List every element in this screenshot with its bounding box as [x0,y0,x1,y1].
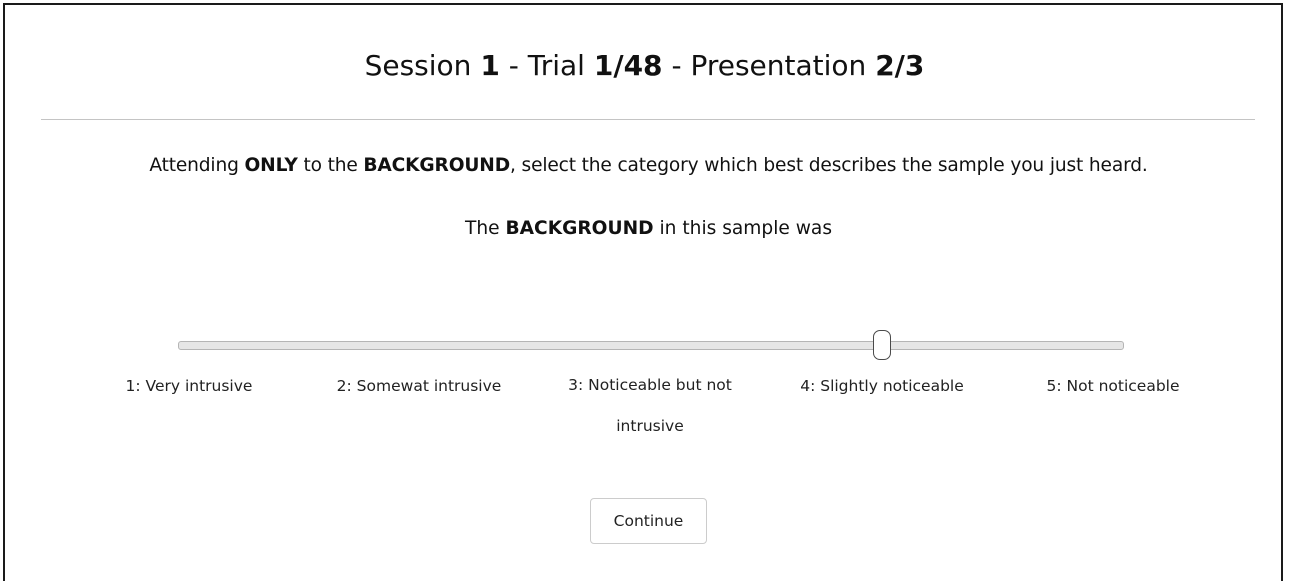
rating-slider-thumb[interactable] [873,330,891,360]
trial-number: 1/48 [593,49,663,82]
instruction-part-1: Attending [149,155,245,176]
scale-label-4: 4: Slightly noticeable [800,377,964,395]
instruction-part-2: to the [297,155,364,176]
scale-label-3: 3: Noticeable but not intrusive [568,376,732,435]
scale-label-1: 1: Very intrusive [125,377,253,395]
title-divider [41,119,1255,120]
question-text: The BACKGROUND in this sample was [0,215,1289,243]
question-emphasis-background: BACKGROUND [505,218,654,239]
scale-label-2: 2: Somewat intrusive [336,377,502,395]
presentation-number: 2/3 [875,49,925,82]
scale-label-5: 5: Not noticeable [1046,377,1180,395]
instruction-part-3: , select the category which best describ… [510,155,1148,176]
instruction-emphasis-only: ONLY [244,155,298,176]
trial-label: - Trial [499,49,594,82]
session-number: 1 [480,49,500,82]
presentation-label: - Presentation [662,49,876,82]
continue-button[interactable]: Continue [590,498,707,544]
rating-slider-track[interactable] [178,341,1124,350]
question-part-2: in this sample was [653,218,833,239]
instruction-emphasis-background: BACKGROUND [363,155,511,176]
question-part-1: The [464,218,506,239]
page-title: Session 1 - Trial 1/48 - Presentation 2/… [0,46,1289,86]
session-label: Session [364,49,472,82]
page-frame [3,3,1283,581]
instruction-text: Attending ONLY to the BACKGROUND, select… [0,152,1289,180]
